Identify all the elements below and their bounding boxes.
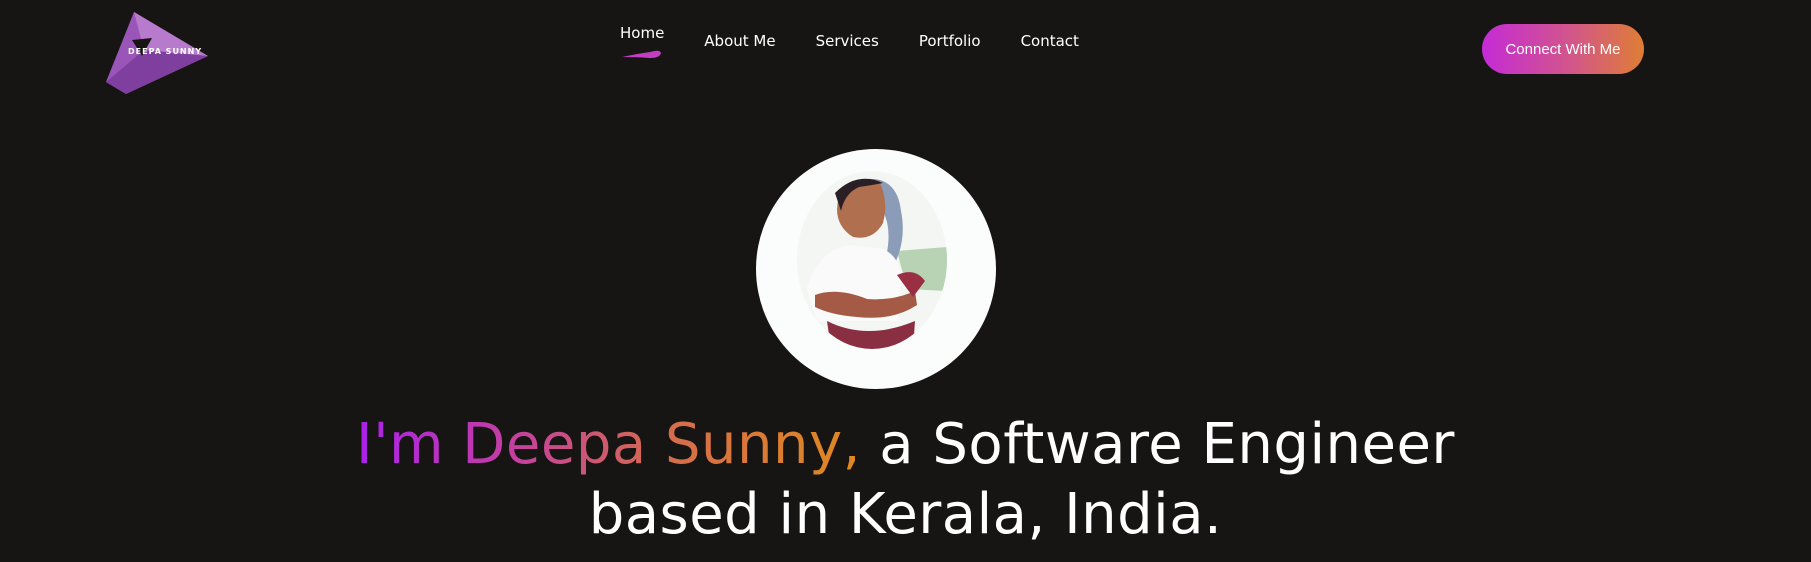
- nav-item-services[interactable]: Services: [816, 28, 879, 50]
- hero-line-1: I'm Deepa Sunny, a Software Engineer: [0, 410, 1811, 480]
- nav-item-label: Contact: [1020, 32, 1079, 50]
- main-nav: Home About Me Services Portfolio Contact: [620, 24, 1079, 72]
- hero-role: a Software Engineer: [860, 412, 1455, 477]
- nav-item-label: Portfolio: [918, 32, 981, 50]
- nav-item-home[interactable]: Home: [620, 20, 665, 58]
- logo-text: DEEPA SUNNY: [128, 47, 203, 56]
- nav-item-about[interactable]: About Me: [704, 28, 775, 50]
- nav-item-label: Home: [620, 24, 665, 42]
- hero-name: I'm Deepa Sunny,: [356, 412, 861, 477]
- avatar: [756, 149, 996, 389]
- profile-photo: [797, 171, 947, 349]
- nav-item-portfolio[interactable]: Portfolio: [919, 28, 981, 50]
- nav-item-label: Services: [815, 32, 879, 50]
- hero-headline: I'm Deepa Sunny, a Software Engineer bas…: [0, 410, 1811, 550]
- connect-button[interactable]: Connect With Me: [1482, 24, 1644, 74]
- brush-stroke-icon: [622, 50, 661, 58]
- nav-item-contact[interactable]: Contact: [1021, 28, 1079, 50]
- hero-line-2: based in Kerala, India.: [588, 482, 1223, 547]
- profile-photo-image: [797, 171, 947, 349]
- logo[interactable]: DEEPA SUNNY: [104, 10, 210, 94]
- nav-item-label: About Me: [704, 32, 776, 50]
